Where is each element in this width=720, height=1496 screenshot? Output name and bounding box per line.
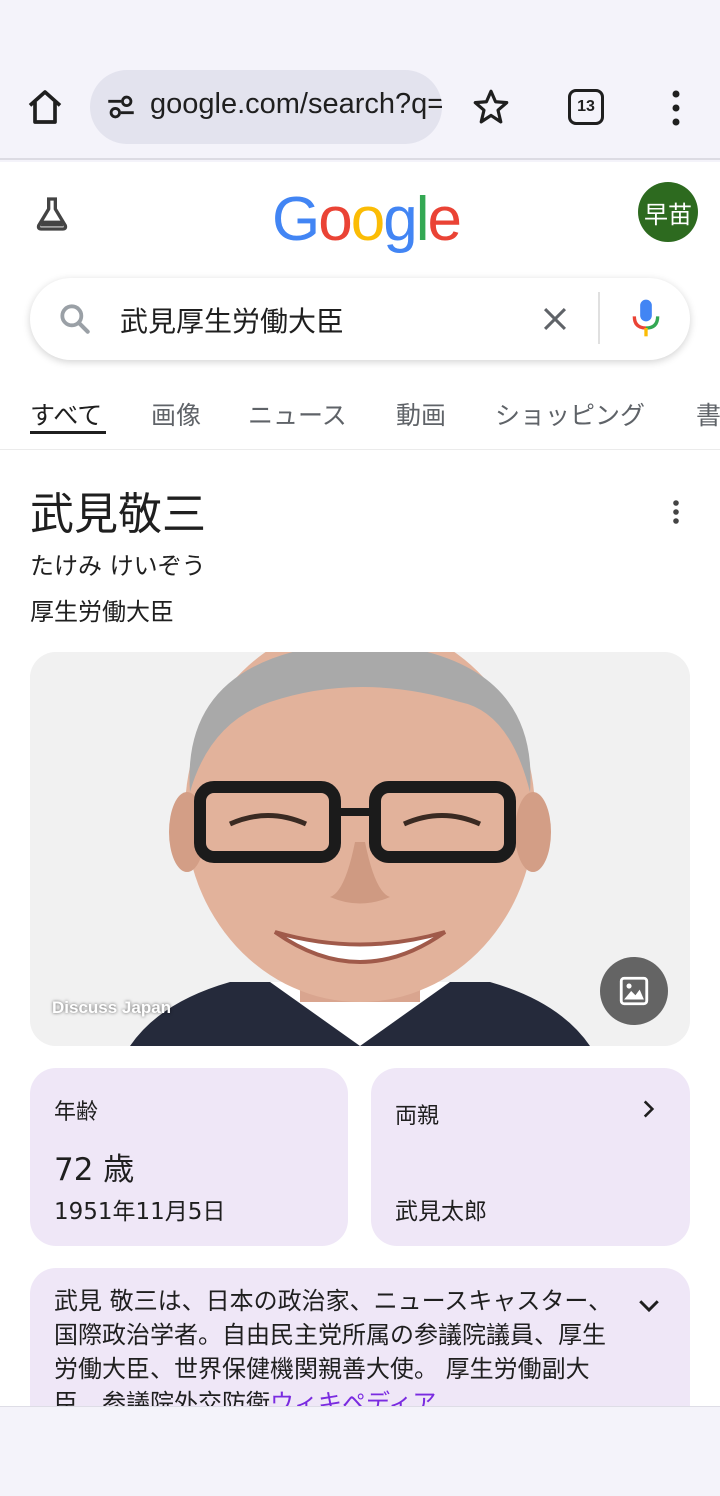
- system-nav-bar: [0, 1406, 720, 1496]
- chevron-right-icon[interactable]: [635, 1094, 661, 1124]
- browser-toolbar: google.com/search?q= 13: [0, 0, 720, 160]
- microphone-icon[interactable]: [626, 296, 666, 340]
- tab-news[interactable]: ニュース: [248, 396, 347, 432]
- photo-credit: Discuss Japan: [52, 998, 172, 1017]
- age-label: 年齢: [54, 1100, 99, 1125]
- tabs-icon[interactable]: 13: [568, 89, 604, 125]
- search-icon: [56, 300, 94, 338]
- description-card[interactable]: 武見 敬三は、日本の政治家、ニュースキャスター、国際政治学者。自由民主党所属の参…: [30, 1268, 690, 1406]
- parent-name[interactable]: 武見太郎: [395, 1192, 487, 1226]
- labs-flask-icon[interactable]: [32, 194, 72, 234]
- entity-role: 厚生労働大臣: [30, 598, 174, 626]
- tab-shopping[interactable]: ショッピング: [495, 396, 645, 432]
- more-vert-icon[interactable]: [662, 88, 690, 128]
- avatar[interactable]: 早苗: [638, 182, 698, 242]
- birthdate: 1951年11月5日: [54, 1199, 226, 1225]
- site-settings-icon[interactable]: [104, 90, 138, 124]
- search-tabs: すべて 画像 ニュース 動画 ショッピング 書: [0, 390, 720, 450]
- age-card[interactable]: 年齢 72 歳 1951年11月5日: [30, 1068, 348, 1246]
- chevron-down-icon[interactable]: [634, 1290, 664, 1320]
- logo-letter: o: [318, 185, 353, 254]
- more-vert-icon[interactable]: [666, 498, 686, 528]
- address-bar[interactable]: google.com/search?q=: [90, 70, 442, 144]
- search-input[interactable]: 武見厚生労働大臣: [120, 300, 344, 340]
- parents-label: 両親: [395, 1104, 440, 1129]
- search-divider: [598, 292, 600, 344]
- tab-videos[interactable]: 動画: [396, 396, 446, 432]
- home-icon[interactable]: [22, 84, 68, 130]
- logo-letter: G: [272, 185, 320, 254]
- entity-name: 武見敬三: [30, 489, 206, 540]
- portrait-image: [30, 652, 690, 1046]
- google-logo[interactable]: Google: [272, 184, 462, 255]
- image-icon[interactable]: [600, 957, 668, 1025]
- parents-card[interactable]: 両親 武見太郎: [371, 1068, 690, 1246]
- star-icon[interactable]: [470, 86, 512, 128]
- tab-images[interactable]: 画像: [151, 396, 201, 432]
- url-text[interactable]: google.com/search?q=: [150, 88, 442, 121]
- search-box[interactable]: 武見厚生労働大臣: [30, 278, 690, 360]
- active-tab-indicator: [30, 431, 106, 434]
- tab-count: 13: [577, 98, 595, 115]
- tab-all[interactable]: すべて: [30, 396, 102, 432]
- search-results-page: Google 早苗 武見厚生労働大臣 すべて 画像 ニュース 動画 ショッピング…: [0, 162, 720, 1406]
- wikipedia-link[interactable]: ウィキペディア: [270, 1389, 436, 1406]
- description-text: 武見 敬三は、日本の政治家、ニュースキャスター、国際政治学者。自由民主党所属の参…: [54, 1284, 624, 1406]
- close-icon[interactable]: [538, 302, 572, 336]
- entity-photo[interactable]: Discuss Japan: [30, 652, 690, 1046]
- entity-reading: たけみ けいぞう: [30, 552, 206, 580]
- logo-letter: e: [427, 185, 462, 254]
- logo-letter: o: [350, 185, 386, 254]
- age-value: 72 歳: [54, 1152, 135, 1188]
- tab-books[interactable]: 書: [696, 396, 720, 432]
- logo-letter: l: [415, 185, 430, 254]
- logo-letter: g: [383, 185, 418, 254]
